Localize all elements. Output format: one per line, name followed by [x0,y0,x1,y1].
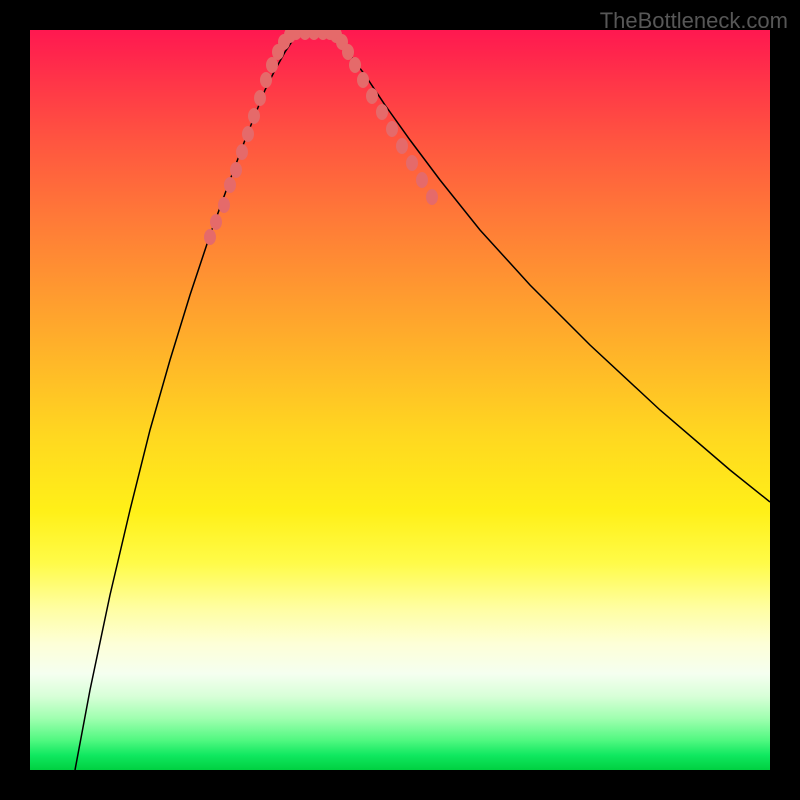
data-marker [376,104,388,120]
curve-right-ascent [330,32,770,502]
chart-svg [30,30,770,770]
curve-left-descent [75,32,300,770]
data-marker [204,229,216,245]
data-markers [204,30,438,245]
data-marker [218,197,230,213]
data-marker [396,138,408,154]
chart-plot-area [30,30,770,770]
data-marker [230,162,242,178]
data-marker [357,72,369,88]
data-marker [236,144,248,160]
data-marker [224,177,236,193]
data-marker [260,72,272,88]
watermark-text: TheBottleneck.com [600,8,788,34]
data-marker [242,126,254,142]
data-marker [254,90,266,106]
data-marker [248,108,260,124]
data-marker [416,172,428,188]
data-marker [426,189,438,205]
data-marker [406,155,418,171]
data-marker [386,121,398,137]
data-marker [349,57,361,73]
data-marker [210,214,222,230]
data-marker [342,44,354,60]
data-marker [366,88,378,104]
